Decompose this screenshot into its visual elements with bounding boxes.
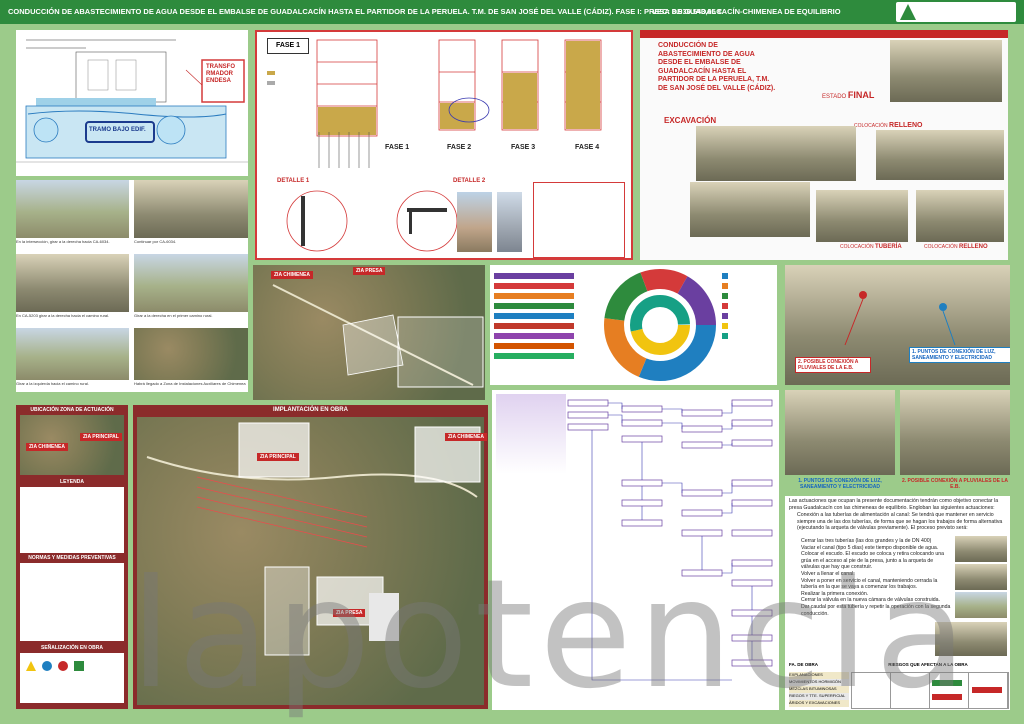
render-excavacion: EXCAVACIÓN xyxy=(664,116,717,125)
impl-chimenea-tag: ZIA CHIMENEA xyxy=(445,433,487,441)
fases-panel: FASE 1 FASE 1 FASE 2 FASE 3 FASE 4 DETAL… xyxy=(255,30,633,260)
satellite-map-panel: ZIA CHIMENEA ZIA PRESA xyxy=(253,265,485,400)
photo-caption-4: Girar a la derecha en el primer camino r… xyxy=(134,313,213,318)
photo-3 xyxy=(16,254,129,312)
budget-label: VEC: 8.930.543,95 € xyxy=(652,7,723,16)
photo-caption-2: Continuar por CA-6034. xyxy=(134,239,177,244)
zia-chimenea-tag: ZIA CHIMENEA xyxy=(271,271,313,279)
implantacion-title: IMPLANTACIÓN EN OBRA xyxy=(273,407,348,413)
prohibited-icon xyxy=(58,661,68,671)
plan-panel: TRANSFO RMADOR ENDESA TRAMO BAJO EDIF. xyxy=(16,30,248,176)
site-photo-2 xyxy=(900,390,1010,475)
render-estado: ESTADO FINAL xyxy=(822,90,875,100)
render-relleno-top: COLOCACIÓN RELLENO xyxy=(854,122,923,129)
site-photo-caption-2: 2. POSIBLE CONEXIÓN A PLUVIALES DE LA E.… xyxy=(901,478,1009,490)
zia-presa-tag: ZIA PRESA xyxy=(353,267,386,275)
photo-2 xyxy=(134,180,248,238)
photo-caption-1: En la intersección, girar a la derecha h… xyxy=(16,239,110,244)
donut-panel xyxy=(490,265,777,385)
render-panel: CONDUCCIÓN DE ABASTECIMIENTO DE AGUA DES… xyxy=(640,30,1008,260)
description-item-1: Conexión a las tuberías de alimentación … xyxy=(797,512,1003,532)
render-title: CONDUCCIÓN DE ABASTECIMIENTO DE AGUA DES… xyxy=(658,42,776,92)
fase-label-2: FASE 2 xyxy=(447,144,472,151)
watermark: lapotencia xyxy=(130,548,973,722)
connections-panel: 1. PUNTOS DE CONEXIÓN DE LUZ, SANEAMIENT… xyxy=(785,265,1010,385)
pilotes-drawing xyxy=(318,132,370,168)
photo-caption-5: Girar a la izquierda hacia el camino rur… xyxy=(16,381,89,386)
impl-principal-tag: ZIA PRINCIPAL xyxy=(257,453,299,461)
step-1: Cerrar las tres tuberías (las dos grande… xyxy=(801,538,932,544)
detalle2-label: DETALLE 2 xyxy=(453,178,486,184)
zona-chimenea-tag: ZIA CHIMENEA xyxy=(26,443,68,451)
photo-6 xyxy=(134,328,248,380)
donut-bars xyxy=(494,273,584,377)
zona-normas-title: NORMAS Y MEDIDAS PREVENTIVAS xyxy=(28,555,116,561)
tower-photo-2 xyxy=(497,192,522,252)
render-excavacion-image xyxy=(696,126,856,181)
transformador-label: TRANSFO RMADOR ENDESA xyxy=(206,64,235,84)
donut-legend xyxy=(722,273,772,377)
site-photos-panel: 1. PUNTOS DE CONEXIÓN DE LUZ, SANEAMIENT… xyxy=(785,390,1010,493)
render-relleno-bottom: COLOCACIÓN RELLENO xyxy=(924,244,988,250)
helmet-icon xyxy=(42,661,52,671)
zona-normas-box xyxy=(20,563,124,641)
fase-label-3: FASE 3 xyxy=(511,144,536,151)
detalle1-label: DETALLE 1 xyxy=(277,178,310,184)
detalles-drawing xyxy=(286,190,458,252)
zona-leyenda-box xyxy=(20,487,124,553)
donut-chart xyxy=(604,269,716,381)
warning-icon xyxy=(26,661,36,671)
logo-mark-icon xyxy=(900,4,916,20)
photo-1 xyxy=(16,180,129,238)
fases-drawing xyxy=(316,39,602,137)
first-aid-icon xyxy=(74,661,84,671)
route-overlay xyxy=(272,284,484,388)
zona-panel: UBICACIÓN ZONA DE ACTUACIÓN ZIA CHIMENEA… xyxy=(16,405,128,709)
connection-label-1: 1. PUNTOS DE CONEXIÓN DE LUZ, SANEAMIENT… xyxy=(909,347,1010,363)
photo-caption-6: Habrá llegado a Zona de Instalaciones Au… xyxy=(134,381,246,386)
tower-photo xyxy=(457,192,492,252)
render-topbar xyxy=(640,30,1008,38)
zona-leyenda-title: LEYENDA xyxy=(60,479,84,485)
zona-principal-tag: ZIA PRINCIPAL xyxy=(80,433,122,441)
institution-logo xyxy=(896,2,1016,22)
render-tuberia-image-1 xyxy=(690,182,810,237)
render-relleno-image-2 xyxy=(916,190,1004,242)
render-relleno-image xyxy=(876,130,1004,180)
photo-5 xyxy=(16,328,129,380)
photos-panel: En la intersección, girar a la derecha h… xyxy=(16,180,248,392)
page-header: CONDUCCIÓN DE ABASTECIMIENTO DE AGUA DES… xyxy=(0,0,1024,24)
fase-label-4: FASE 4 xyxy=(575,144,600,151)
render-tuberia-image-2 xyxy=(816,190,908,242)
zona-senal-box xyxy=(20,653,124,703)
connection-label-2: 2. POSIBLE CONEXIÓN A PLUVIALES DE LA E.… xyxy=(795,357,871,373)
fases-notes xyxy=(533,182,625,258)
description-intro: Las actuaciones que ocupan la presente d… xyxy=(789,498,999,511)
site-photo-1 xyxy=(785,390,895,475)
photo-caption-3: En CA-5203 girar a la derecha hacia el c… xyxy=(16,313,110,318)
photo-4 xyxy=(134,254,248,312)
render-tuberia-bottom: COLOCACIÓN TUBERÍA xyxy=(840,244,902,250)
tramo-label: TRAMO BAJO EDIF. xyxy=(89,127,146,133)
zona-senal-title: SEÑALIZACIÓN EN OBRA xyxy=(41,645,103,651)
zona-title: UBICACIÓN ZONA DE ACTUACIÓN xyxy=(30,407,114,413)
plan-drawing xyxy=(16,30,248,176)
render-final-image xyxy=(890,40,1002,102)
site-photo-caption-1: 1. PUNTOS DE CONEXIÓN DE LUZ, SANEAMIENT… xyxy=(798,478,882,490)
